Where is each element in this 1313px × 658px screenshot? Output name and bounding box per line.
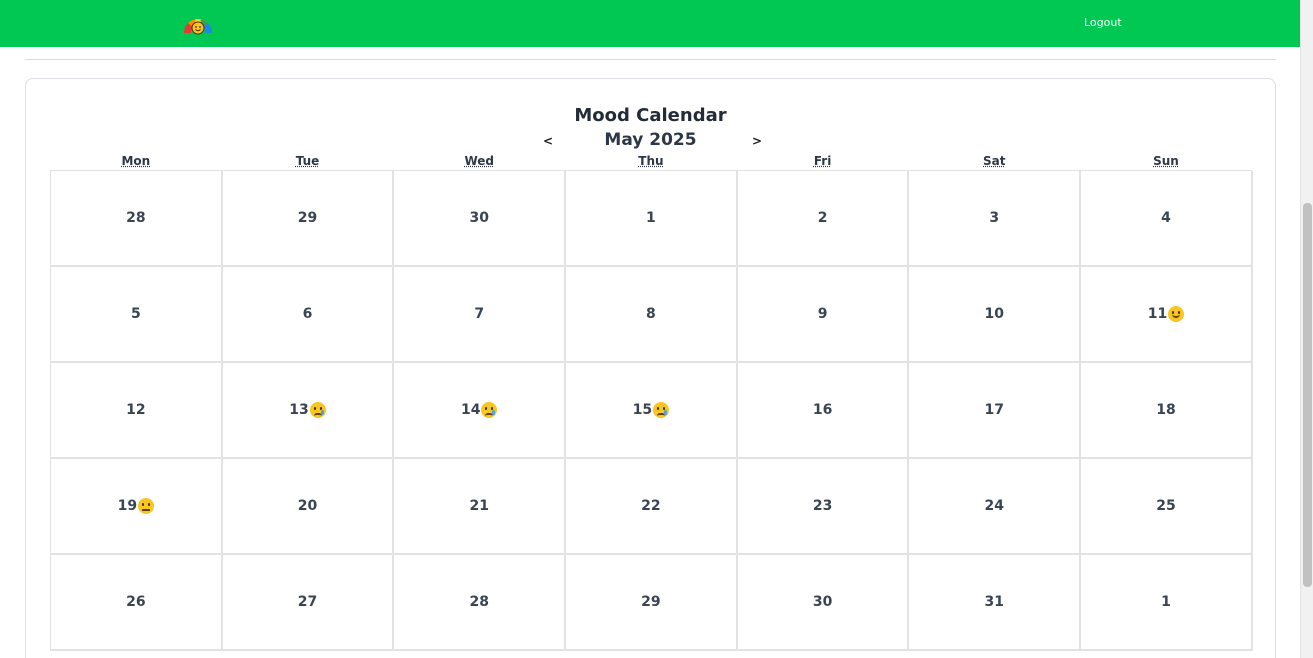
calendar-title: Mood Calendar (574, 105, 727, 126)
calendar-day-cell[interactable]: 28 (394, 555, 567, 651)
day-number: 25 (1156, 498, 1176, 514)
calendar-day-cell[interactable]: 8 (566, 267, 738, 363)
day-number: 28 (469, 594, 489, 610)
calendar-day-cell[interactable]: 7 (394, 267, 567, 363)
day-number: 1 (1161, 594, 1171, 610)
current-month-label: May 2025 (604, 130, 697, 150)
calendar-day-cell[interactable]: 5 (51, 267, 223, 363)
day-number: 29 (641, 594, 661, 610)
calendar-day-cell[interactable]: 3 (909, 171, 1082, 267)
day-number: 18 (1156, 402, 1176, 418)
weekday-sun: Sun (1153, 154, 1179, 168)
weekday-sat: Sat (983, 154, 1006, 168)
day-number: 27 (297, 594, 318, 610)
day-number: 22 (641, 498, 661, 514)
calendar-day-cell[interactable]: 1 (1081, 555, 1253, 651)
calendar-day-cell[interactable]: 28 (51, 171, 223, 267)
calendar-day-cell[interactable]: 26 (51, 555, 223, 651)
calendar-day-cell[interactable]: 29 (222, 171, 395, 267)
day-number: 20 (297, 498, 318, 514)
calendar-day-cell[interactable]: 21 (394, 459, 567, 555)
calendar-day-cell[interactable]: 22 (566, 459, 738, 555)
day-number: 28 (126, 210, 146, 226)
calendar-day-cell[interactable]: 2 (737, 171, 910, 267)
mood-gauge-logo-icon[interactable] (182, 11, 214, 35)
calendar-day-cell[interactable]: 17 (909, 363, 1082, 459)
calendar-day-cell[interactable]: 14 (394, 363, 567, 459)
day-number: 15 (632, 402, 653, 418)
weekday-thu: Thu (638, 154, 664, 168)
mood-sad-icon (481, 402, 498, 418)
day-number: 10 (984, 306, 1005, 322)
day-number: 17 (984, 402, 1005, 418)
day-number: 3 (989, 210, 1000, 226)
calendar-day-cell[interactable]: 24 (909, 459, 1082, 555)
mood-sad-icon (309, 402, 326, 418)
day-number: 11 (1147, 306, 1168, 322)
calendar-day-cell[interactable]: 31 (909, 555, 1082, 651)
day-number: 1 (646, 210, 656, 226)
day-number: 24 (984, 498, 1005, 514)
calendar-days: 28 29 30 1 2 3 4 5 6 7 8 9 10 11 12 13 14 15 16 17 18 19 20 21 2… (50, 170, 1253, 651)
calendar-day-cell[interactable]: 25 (1081, 459, 1253, 555)
navbar: Logout (0, 0, 1300, 47)
day-number: 7 (474, 306, 485, 322)
calendar-day-cell[interactable]: 19 (51, 459, 223, 555)
weekday-mon: Mon (121, 154, 151, 168)
day-number: 21 (469, 498, 489, 514)
calendar-day-cell[interactable]: 4 (1081, 171, 1253, 267)
day-number: 19 (117, 498, 138, 514)
calendar-day-cell[interactable]: 27 (222, 555, 395, 651)
calendar-day-cell[interactable]: 30 (737, 555, 910, 651)
mood-calendar-card: Mood Calendar < May 2025 > Mon Tue Wed T… (25, 78, 1276, 658)
calendar-day-cell[interactable]: 9 (737, 267, 910, 363)
calendar-day-cell[interactable]: 13 (222, 363, 395, 459)
logout-link[interactable]: Logout (1084, 16, 1122, 29)
day-number: 31 (984, 594, 1005, 610)
day-number: 12 (126, 402, 146, 418)
day-number: 30 (812, 594, 833, 610)
heading-divider (25, 59, 1276, 60)
calendar-day-cell[interactable]: 15 (566, 363, 738, 459)
day-number: 9 (817, 306, 828, 322)
app-viewport: Your Mood over time Logout Mood Calendar… (0, 0, 1313, 658)
calendar-day-cell[interactable]: 6 (222, 267, 395, 363)
calendar-day-cell[interactable]: 23 (737, 459, 910, 555)
calendar-day-cell[interactable]: 11 (1081, 267, 1253, 363)
day-number: 23 (812, 498, 833, 514)
calendar-day-cell[interactable]: 12 (51, 363, 223, 459)
weekday-tue: Tue (295, 154, 320, 168)
next-month-button[interactable]: > (752, 134, 762, 148)
day-number: 8 (646, 306, 656, 322)
calendar-day-cell[interactable]: 20 (222, 459, 395, 555)
scrollbar-thumb[interactable] (1303, 203, 1312, 587)
day-number: 4 (1161, 210, 1171, 226)
day-number: 5 (130, 306, 141, 322)
mood-happy-icon (1168, 306, 1185, 322)
day-number: 6 (302, 306, 313, 322)
calendar-grid: Mon Tue Wed Thu Fri Sat Sun 28 29 30 1 2 3 4 5 6… (50, 153, 1253, 651)
day-number: 30 (469, 210, 489, 226)
day-number: 16 (812, 402, 833, 418)
page-scrollbar[interactable] (1300, 0, 1313, 658)
weekday-fri: Fri (813, 154, 832, 168)
calendar-day-cell[interactable]: 30 (394, 171, 567, 267)
calendar-day-cell[interactable]: 16 (737, 363, 910, 459)
day-number: 26 (126, 594, 146, 610)
calendar-day-cell[interactable]: 29 (566, 555, 738, 651)
calendar-day-cell[interactable]: 10 (909, 267, 1082, 363)
calendar-day-cell[interactable]: 18 (1081, 363, 1253, 459)
day-number: 2 (817, 210, 828, 226)
weekday-wed: Wed (464, 154, 494, 168)
day-number: 13 (289, 402, 309, 418)
day-number: 29 (297, 210, 318, 226)
mood-sad-icon (653, 402, 670, 418)
mood-neutral-icon (138, 498, 155, 514)
weekday-header: Mon Tue Wed Thu Fri Sat Sun (50, 153, 1252, 170)
day-number: 14 (460, 402, 481, 418)
calendar-day-cell[interactable]: 1 (566, 171, 738, 267)
